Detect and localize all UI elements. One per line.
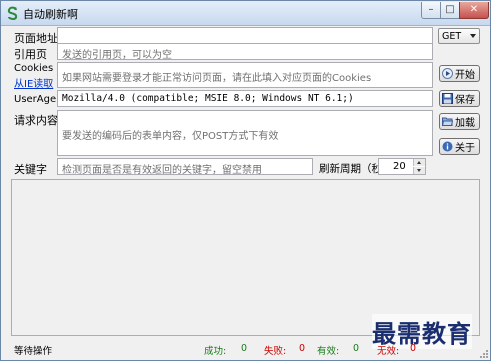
referer-input[interactable]: 发送的引用页，可以为空 <box>57 43 433 60</box>
save-label: 保存 <box>455 95 475 106</box>
app-window: 自动刷新啊 – □ ✕ 页面地址 GET 引用页 发送的引用页，可以为空 Coo… <box>0 0 491 361</box>
body-label: 请求内容 <box>14 114 58 127</box>
folder-open-icon <box>442 117 453 126</box>
window-title: 自动刷新啊 <box>23 8 78 21</box>
chevron-down-icon <box>470 34 476 38</box>
load-label: 加载 <box>455 118 475 129</box>
referer-label: 引用页 <box>14 48 47 61</box>
url-label: 页面地址 <box>14 32 58 45</box>
stepper-down-icon[interactable] <box>413 167 425 174</box>
cookies-label: Cookies <box>14 63 54 74</box>
about-button[interactable]: 关于 <box>439 138 480 155</box>
resize-grip-icon[interactable] <box>479 349 489 359</box>
period-stepper[interactable]: 20 <box>378 158 426 175</box>
body-textarea[interactable]: 要发送的编码后的表单内容，仅POST方式下有效 <box>57 110 433 156</box>
valid-count: 0 <box>353 343 360 354</box>
method-value: GET <box>442 31 462 42</box>
success-count: 0 <box>241 343 248 354</box>
maximize-button[interactable]: □ <box>440 2 460 19</box>
fail-count: 0 <box>299 343 306 354</box>
valid-label: 有效: <box>317 346 340 357</box>
stepper-up-icon[interactable] <box>413 159 425 166</box>
url-input[interactable] <box>57 27 433 44</box>
refresh-s-icon <box>7 6 18 20</box>
invalid-label: 无效: <box>377 346 400 357</box>
keyword-input[interactable]: 检测页面是否是有效返回的关键字，留空禁用 <box>57 158 313 175</box>
info-icon <box>442 141 453 152</box>
minimize-icon: – <box>428 4 434 15</box>
success-label: 成功: <box>204 346 227 357</box>
keyword-label: 关键字 <box>14 163 47 176</box>
load-button[interactable]: 加载 <box>439 113 480 130</box>
play-icon <box>442 68 453 79</box>
start-label: 开始 <box>455 70 475 81</box>
save-button[interactable]: 保存 <box>439 90 480 107</box>
about-label: 关于 <box>455 143 475 154</box>
invalid-count: 0 <box>410 343 417 354</box>
save-icon <box>442 93 453 104</box>
start-button[interactable]: 开始 <box>439 65 480 82</box>
read-from-ie-link[interactable]: 从IE读取 <box>14 75 53 90</box>
useragent-input[interactable]: Mozilla/4.0 (compatible; MSIE 8.0; Windo… <box>57 90 433 107</box>
fail-label: 失败: <box>264 346 287 357</box>
cookies-textarea[interactable]: 如果网站需要登录才能正常访问页面，请在此填入对应页面的Cookies <box>57 62 433 88</box>
minimize-button[interactable]: – <box>421 2 441 19</box>
maximize-icon: □ <box>445 4 455 15</box>
close-button[interactable]: ✕ <box>459 2 489 19</box>
output-panel[interactable] <box>11 179 480 336</box>
status-text: 等待操作 <box>14 346 53 357</box>
method-select[interactable]: GET <box>438 28 480 44</box>
title-bar: 自动刷新啊 – □ ✕ <box>1 1 490 26</box>
period-value: 20 <box>393 161 406 172</box>
close-icon: ✕ <box>469 4 479 15</box>
